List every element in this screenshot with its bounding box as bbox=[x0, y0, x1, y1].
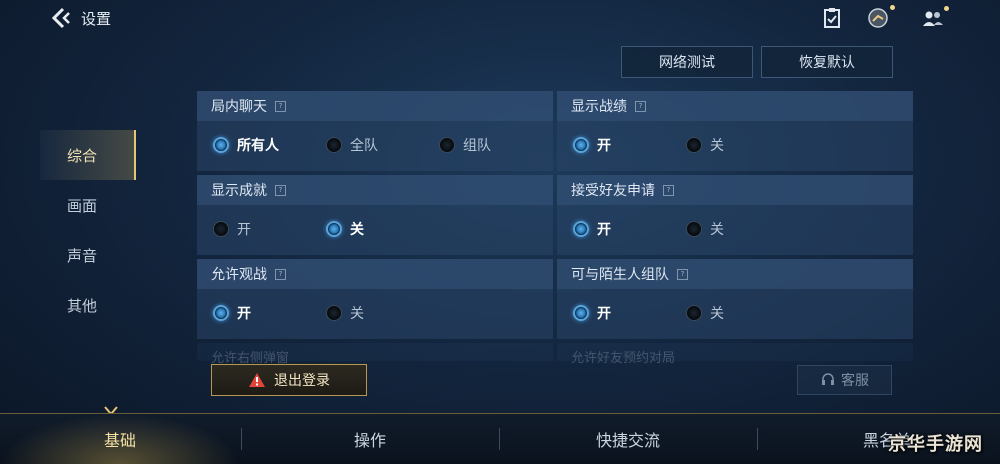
setting-accept-friend: 接受好友申请 ? 开 关 bbox=[557, 175, 913, 255]
radio-option[interactable]: 开 bbox=[213, 219, 251, 239]
setting-title: 允许观战 ? bbox=[197, 259, 553, 289]
setting-title: 显示成就 ? bbox=[197, 175, 553, 205]
radio-option[interactable]: 所有人 bbox=[213, 135, 279, 155]
globe-compass-icon[interactable] bbox=[866, 6, 890, 30]
radio-icon bbox=[439, 137, 455, 153]
notification-dot bbox=[944, 6, 949, 11]
radio-option[interactable]: 开 bbox=[573, 303, 611, 323]
headset-icon bbox=[822, 373, 834, 385]
radio-option[interactable]: 全队 bbox=[326, 135, 378, 155]
bottom-tab-bar: 基础 操作 快捷交流 黑名单 bbox=[0, 413, 1000, 464]
setting-title: 局内聊天 ? bbox=[197, 91, 553, 121]
nav-sound[interactable]: 声音 bbox=[40, 230, 136, 280]
notification-dot bbox=[890, 5, 895, 10]
tab-basic[interactable]: 基础 bbox=[0, 414, 240, 464]
radio-option[interactable]: 关 bbox=[686, 219, 724, 239]
left-nav: 综合 画面 声音 其他 bbox=[40, 130, 136, 330]
radio-option[interactable]: 关 bbox=[686, 135, 724, 155]
help-icon[interactable]: ? bbox=[275, 268, 286, 280]
radio-selected-icon bbox=[326, 221, 342, 237]
restore-default-button[interactable]: 恢复默认 bbox=[761, 46, 893, 78]
radio-selected-icon bbox=[573, 137, 589, 153]
setting-chat: 局内聊天 ? 所有人 全队 组队 bbox=[197, 91, 553, 171]
radio-option[interactable]: 开 bbox=[213, 303, 251, 323]
back-chevron-icon[interactable] bbox=[50, 6, 72, 30]
setting-show-achievement: 显示成就 ? 开 关 bbox=[197, 175, 553, 255]
page-title: 设置 bbox=[81, 10, 112, 28]
nav-general[interactable]: 综合 bbox=[40, 130, 136, 180]
radio-icon bbox=[326, 305, 342, 321]
tab-quick-chat[interactable]: 快捷交流 bbox=[500, 414, 756, 464]
help-icon[interactable]: ? bbox=[635, 100, 646, 112]
setting-title: 显示战绩 ? bbox=[557, 91, 913, 121]
radio-selected-icon bbox=[213, 305, 229, 321]
radio-option[interactable]: 开 bbox=[573, 135, 611, 155]
nav-graphics[interactable]: 画面 bbox=[40, 180, 136, 230]
task-clipboard-icon[interactable] bbox=[820, 6, 844, 30]
customer-service-button[interactable]: 客服 bbox=[797, 365, 892, 395]
faded-setting-title: 允许好友预约对局 bbox=[571, 351, 676, 366]
setting-allow-spectate: 允许观战 ? 开 关 bbox=[197, 259, 553, 339]
radio-selected-icon bbox=[213, 137, 229, 153]
radio-selected-icon bbox=[573, 305, 589, 321]
radio-option[interactable]: 关 bbox=[326, 219, 364, 239]
radio-option[interactable]: 组队 bbox=[439, 135, 491, 155]
friends-icon[interactable] bbox=[921, 6, 945, 30]
radio-icon bbox=[686, 305, 702, 321]
radio-icon bbox=[686, 221, 702, 237]
radio-option[interactable]: 关 bbox=[686, 303, 724, 323]
radio-option[interactable]: 关 bbox=[326, 303, 364, 323]
tab-controls[interactable]: 操作 bbox=[242, 414, 498, 464]
setting-title: 可与陌生人组队 ? bbox=[557, 259, 913, 289]
site-watermark: 京华手游网 bbox=[888, 434, 983, 455]
setting-title: 接受好友申请 ? bbox=[557, 175, 913, 205]
logout-button[interactable]: 退出登录 bbox=[211, 364, 367, 396]
help-icon[interactable]: ? bbox=[275, 184, 286, 196]
radio-icon bbox=[326, 137, 342, 153]
network-test-button[interactable]: 网络测试 bbox=[621, 46, 753, 78]
warning-icon bbox=[249, 373, 265, 387]
setting-stranger-team: 可与陌生人组队 ? 开 关 bbox=[557, 259, 913, 339]
radio-icon bbox=[686, 137, 702, 153]
setting-show-record: 显示战绩 ? 开 关 bbox=[557, 91, 913, 171]
top-bar: 设置 bbox=[0, 0, 1000, 36]
radio-icon bbox=[213, 221, 229, 237]
help-icon[interactable]: ? bbox=[275, 100, 286, 112]
help-icon[interactable]: ? bbox=[663, 184, 674, 196]
radio-option[interactable]: 开 bbox=[573, 219, 611, 239]
help-icon[interactable]: ? bbox=[677, 268, 688, 280]
nav-other[interactable]: 其他 bbox=[40, 280, 136, 330]
radio-selected-icon bbox=[573, 221, 589, 237]
